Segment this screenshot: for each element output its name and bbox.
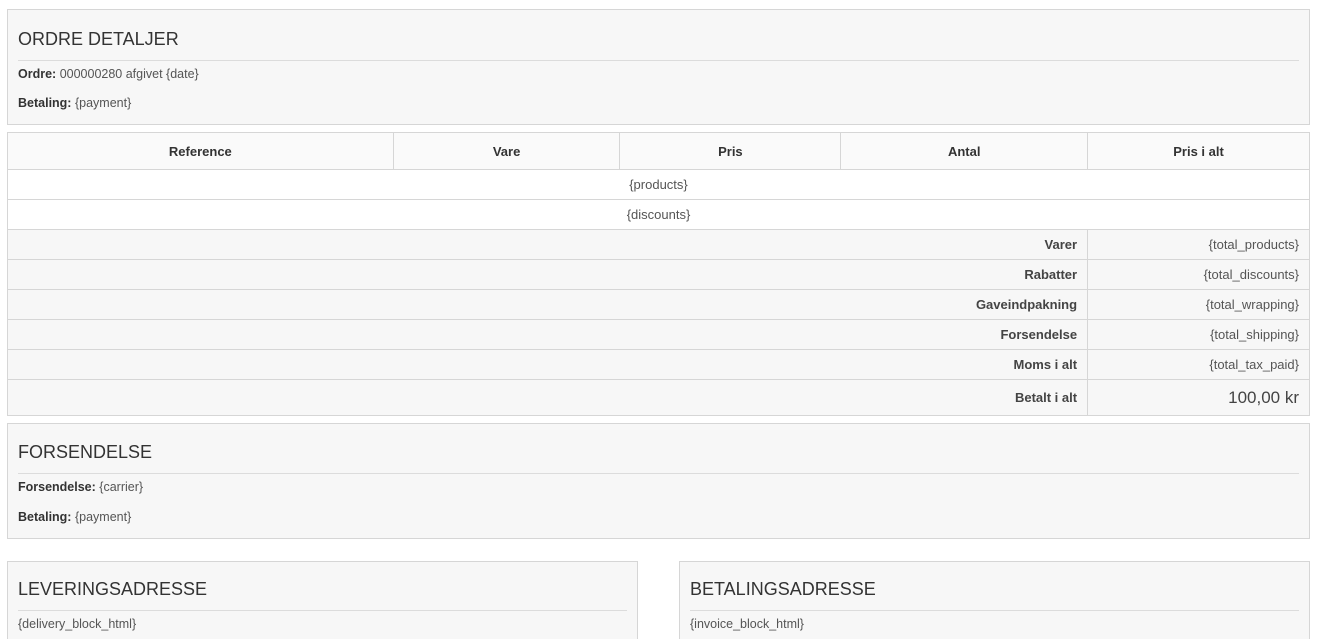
grand-total-label: Betalt i alt xyxy=(6,379,1089,416)
shipping-panel: FORSENDELSE Forsendelse: {carrier} Betal… xyxy=(7,423,1310,539)
shipping-payment-line: Betaling: {payment} xyxy=(18,510,131,524)
delivery-address-title: LEVERINGSADRESSE xyxy=(18,579,627,611)
carrier-value: {carrier} xyxy=(99,480,144,494)
header-total-price: Pris i alt xyxy=(1087,132,1310,170)
shipping-title: FORSENDELSE xyxy=(18,442,1299,474)
summary-value: {total_shipping} xyxy=(1087,319,1310,350)
order-line: Ordre: 000000280 afgivet {date} xyxy=(18,67,199,81)
summary-value: {total_products} xyxy=(1087,229,1310,260)
invoice-address-title: BETALINGSADRESSE xyxy=(690,579,1299,611)
grand-total-value: 100,00 kr xyxy=(1087,379,1310,416)
table-header-row: Reference Vare Pris Antal Pris i alt xyxy=(7,132,1310,170)
summary-label: Varer xyxy=(6,229,1089,260)
order-payment-line: Betaling: {payment} xyxy=(18,96,131,110)
discounts-placeholder: {discounts} xyxy=(7,199,1310,230)
order-value: 000000280 afgivet {date} xyxy=(59,67,199,81)
invoice-address-value: {invoice_block_html} xyxy=(690,617,804,631)
carrier-line: Forsendelse: {carrier} xyxy=(18,480,143,494)
order-details-title: ORDRE DETALJER xyxy=(18,29,1299,61)
summary-value: {total_discounts} xyxy=(1087,259,1310,290)
summary-label: Rabatter xyxy=(6,259,1089,290)
summary-row: Gaveindpakning {total_wrapping} xyxy=(6,289,1310,320)
order-payment-label: Betaling: xyxy=(18,96,72,110)
carrier-label: Forsendelse: xyxy=(18,480,96,494)
summary-row-grand-total: Betalt i alt 100,00 kr xyxy=(6,379,1310,416)
summary-row: Varer {total_products} xyxy=(6,229,1310,260)
header-product: Vare xyxy=(392,132,621,170)
table-row: {products} xyxy=(7,169,1310,200)
summary-value: {total_tax_paid} xyxy=(1087,349,1310,380)
header-price: Pris xyxy=(619,132,842,170)
header-reference: Reference xyxy=(7,132,394,170)
order-payment-value: {payment} xyxy=(74,96,132,110)
summary-row: Moms i alt {total_tax_paid} xyxy=(6,349,1310,380)
delivery-address-value: {delivery_block_html} xyxy=(18,617,137,631)
invoice-address-panel: BETALINGSADRESSE {invoice_block_html} xyxy=(679,561,1310,639)
products-placeholder: {products} xyxy=(7,169,1310,200)
summary-row: Rabatter {total_discounts} xyxy=(6,259,1310,290)
delivery-address-panel: LEVERINGSADRESSE {delivery_block_html} xyxy=(7,561,638,639)
summary-value: {total_wrapping} xyxy=(1087,289,1310,320)
summary-label: Forsendelse xyxy=(6,319,1089,350)
shipping-payment-label: Betaling: xyxy=(18,510,72,524)
order-label: Ordre: xyxy=(18,67,57,81)
header-quantity: Antal xyxy=(840,132,1089,170)
order-details-panel: ORDRE DETALJER Ordre: 000000280 afgivet … xyxy=(7,9,1310,125)
summary-label: Moms i alt xyxy=(6,349,1089,380)
table-row: {discounts} xyxy=(7,199,1310,230)
summary-row: Forsendelse {total_shipping} xyxy=(6,319,1310,350)
shipping-payment-value: {payment} xyxy=(74,510,132,524)
order-table: Reference Vare Pris Antal Pris i alt {pr… xyxy=(6,132,1310,416)
summary-label: Gaveindpakning xyxy=(6,289,1089,320)
